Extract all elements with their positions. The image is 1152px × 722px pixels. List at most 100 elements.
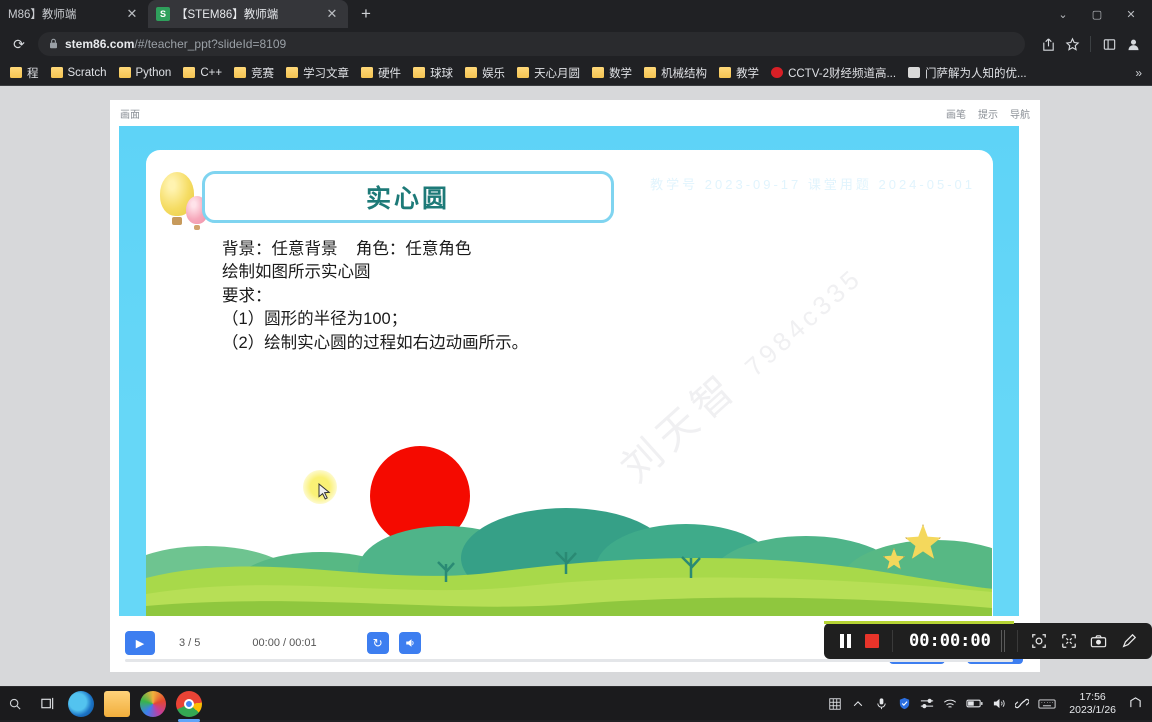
favicon-icon: S [156, 7, 170, 21]
tab-title: M86】教师端 [8, 9, 77, 21]
folder-icon [118, 67, 131, 78]
settings-slider-icon[interactable] [920, 697, 934, 710]
replay-button[interactable]: ↻ [366, 632, 389, 654]
windows-taskbar: 17:56 2023/1/26 [0, 686, 1152, 722]
bookmark-item[interactable]: 机械结构 [638, 63, 713, 83]
url-path: /#/teacher_ppt?slideId=8109 [134, 37, 287, 51]
tab-active[interactable]: S 【STEM86】教师端 ✕ [148, 0, 348, 28]
share-icon[interactable] [1037, 33, 1059, 55]
resize-icon[interactable] [1054, 626, 1084, 656]
taskbar-app-file-explorer[interactable] [104, 690, 130, 717]
link-icon[interactable] [1015, 697, 1030, 710]
microphone-icon[interactable] [874, 697, 888, 710]
slide-faint-header: 教学号 2023-09-17 课堂用题 2024-05-01 [650, 177, 975, 192]
bookmark-item[interactable]: C++ [177, 65, 228, 81]
recorder-drag-handle[interactable] [1000, 630, 1007, 652]
new-tab-button[interactable]: + [352, 0, 380, 28]
url-domain: stem86.com [65, 37, 135, 51]
body-line: 背景：任意背景 角色：任意角色 [222, 240, 472, 258]
nav-tool-label[interactable]: 导航 [1010, 106, 1030, 121]
folder-icon [361, 67, 374, 78]
bookmark-item[interactable]: Scratch [45, 65, 113, 81]
battery-icon[interactable] [966, 698, 983, 709]
shield-icon[interactable] [897, 697, 911, 710]
recorder-timer: 00:00:00 [909, 631, 991, 651]
bookmarks-overflow-button[interactable]: » [1129, 66, 1148, 80]
keyboard-icon[interactable] [1038, 698, 1056, 710]
chevron-up-icon[interactable] [851, 698, 865, 710]
collections-icon[interactable] [1098, 33, 1120, 55]
bookmark-label: 硬件 [378, 67, 402, 80]
brush-tool-label[interactable]: 画笔 [946, 106, 966, 121]
volume-button[interactable] [398, 632, 421, 654]
watermark-name: 刘天智 [613, 363, 748, 491]
folder-icon [183, 67, 196, 78]
recording-indicator-line [824, 621, 1014, 624]
bookmark-item[interactable]: Python [113, 65, 178, 81]
progress-bar[interactable] [125, 659, 1013, 662]
address-bar[interactable]: stem86.com/#/teacher_ppt?slideId=8109 [38, 32, 1025, 56]
tab-inactive[interactable]: M86】教师端 ✕ [0, 0, 148, 28]
camera-icon[interactable] [1084, 626, 1114, 656]
recorder-pause-button[interactable] [832, 634, 858, 648]
bookmark-item[interactable]: 硬件 [355, 63, 407, 83]
taskbar-app-edge[interactable] [68, 690, 94, 717]
bookmark-item[interactable]: 学习文章 [280, 63, 355, 83]
body-line: （1）圆形的半径为100； [222, 310, 408, 329]
clock-date: 2023/1/26 [1069, 703, 1116, 716]
slide-body-text: 背景：任意背景 角色：任意角色 绘制如图所示实心圆 要求： （1）圆形的半径为1… [222, 238, 782, 355]
tab-strip: M86】教师端 ✕ S 【STEM86】教师端 ✕ + ⌄ ▢ ✕ [0, 0, 1152, 28]
bookmark-item[interactable]: 数学 [586, 63, 638, 83]
window-controls: ⌄ ▢ ✕ [1046, 0, 1152, 28]
taskbar-app-chrome[interactable] [176, 690, 202, 722]
folder-icon [10, 67, 22, 78]
body-line: 绘制如图所示实心圆 [222, 263, 371, 282]
bookmark-item[interactable]: 天心月圆 [511, 63, 586, 83]
bookmark-label: 球球 [430, 67, 454, 80]
bookmark-item[interactable]: CCTV-2财经频道高... [765, 63, 902, 83]
grass-decoration [146, 508, 992, 616]
profile-icon[interactable] [1122, 33, 1144, 55]
bookmark-label: 教学 [736, 67, 760, 80]
maximize-icon[interactable]: ▢ [1080, 0, 1114, 28]
bookmark-item[interactable]: 门萨解为人知的优... [902, 63, 1033, 83]
volume-icon[interactable] [992, 697, 1006, 710]
taskbar-clock[interactable]: 17:56 2023/1/26 [1065, 691, 1120, 715]
play-button[interactable]: ▶ [125, 631, 155, 655]
minimize-icon[interactable]: ⌄ [1046, 0, 1080, 28]
wifi-icon[interactable] [943, 698, 957, 710]
lock-icon [49, 38, 58, 51]
bookmarks-bar: 程 Scratch Python C++ 竞赛 学习文章 硬件 球球 娱乐 天心… [0, 60, 1152, 86]
screen-label[interactable]: 画面 [120, 106, 140, 121]
task-view-icon[interactable] [36, 693, 58, 715]
close-icon[interactable]: ✕ [324, 6, 340, 22]
search-icon[interactable] [4, 693, 26, 715]
taskbar-app-photos[interactable] [140, 690, 166, 717]
folder-icon [592, 67, 605, 78]
bookmark-item[interactable]: 球球 [407, 63, 459, 83]
mouse-cursor-icon [318, 483, 331, 500]
slide-title-box: 实心圆 [202, 171, 614, 223]
ime-icon[interactable] [828, 697, 842, 711]
hint-tool-label[interactable]: 提示 [978, 106, 998, 121]
folder-icon [719, 67, 732, 78]
bookmark-item[interactable]: 教学 [713, 63, 765, 83]
target-icon[interactable] [1024, 626, 1054, 656]
bookmark-item[interactable]: 程 [4, 63, 45, 83]
bookmark-item[interactable]: 竞赛 [228, 63, 280, 83]
reload-icon[interactable]: ⟳ [8, 33, 30, 55]
teacher-ppt-app: 画面 画笔 提示 导航 教学号 2023-09-17 课堂用题 2024-05-… [110, 100, 1040, 672]
browser-toolbar: ⟳ stem86.com/#/teacher_ppt?slideId=8109 [0, 28, 1152, 60]
page-viewport: 画面 画笔 提示 导航 教学号 2023-09-17 课堂用题 2024-05-… [0, 86, 1152, 686]
window-close-icon[interactable]: ✕ [1114, 0, 1148, 28]
notification-icon[interactable] [1129, 696, 1146, 712]
toolbar-divider [1090, 36, 1091, 52]
folder-icon [644, 67, 657, 78]
pen-icon[interactable] [1114, 626, 1144, 656]
close-icon[interactable]: ✕ [124, 6, 140, 22]
recorder-stop-button[interactable] [858, 634, 886, 648]
bookmark-label: 机械结构 [661, 67, 708, 80]
star-icon[interactable] [1061, 33, 1083, 55]
body-line: 要求： [222, 286, 272, 305]
bookmark-item[interactable]: 娱乐 [459, 63, 511, 83]
